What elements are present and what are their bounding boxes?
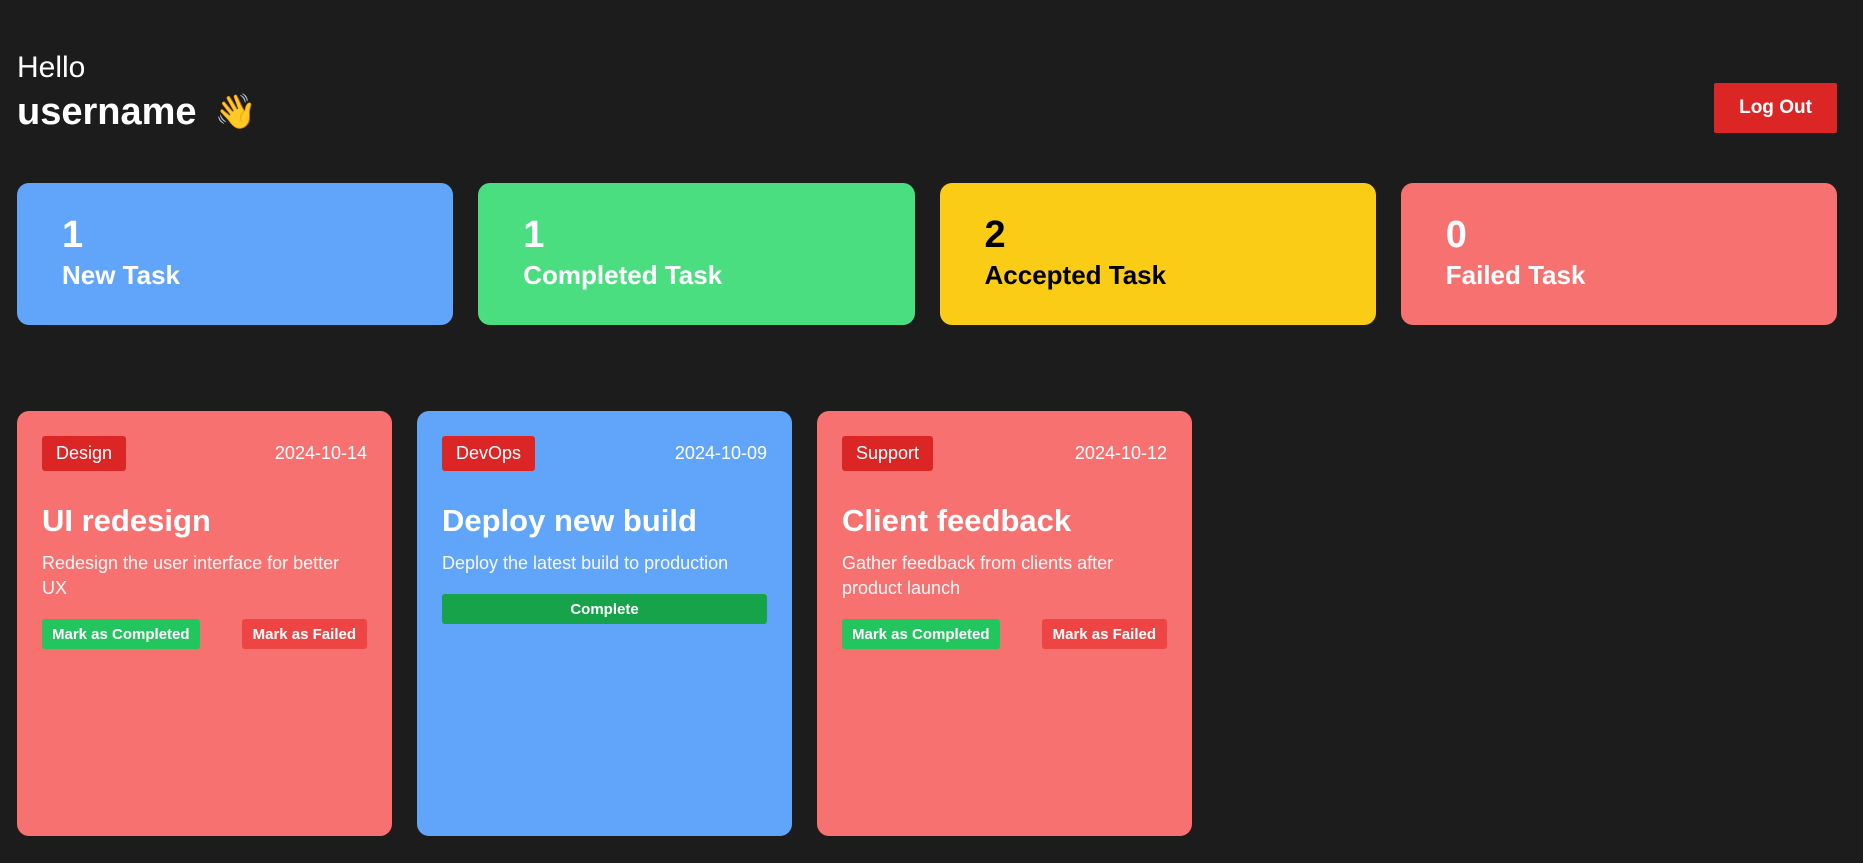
task-list: Design 2024-10-14 UI redesign Redesign t… — [17, 411, 1192, 836]
header: Hello username 👋 Log Out — [17, 48, 1837, 148]
username-text: username — [17, 91, 197, 133]
task-card: Support 2024-10-12 Client feedback Gathe… — [817, 411, 1192, 836]
task-description: Deploy the latest build to production — [442, 553, 729, 573]
stat-label: Completed Task — [523, 260, 723, 290]
task-description: Redesign the user interface for better U… — [42, 553, 340, 598]
category-badge: DevOps — [442, 436, 536, 471]
stat-label: New Task — [62, 260, 181, 290]
mark-completed-button[interactable]: Mark as Completed — [42, 619, 200, 649]
stat-label: Accepted Task — [984, 260, 1167, 290]
stat-card-failed: 0 Failed Task — [1400, 183, 1837, 325]
wave-icon: 👋 — [214, 93, 257, 131]
stat-card-accepted: 2 Accepted Task — [939, 183, 1376, 325]
stat-count: 2 — [984, 214, 1006, 256]
task-title: Deploy new build — [442, 503, 697, 538]
username-row: username 👋 — [17, 88, 1837, 136]
stat-count: 1 — [523, 214, 545, 256]
task-actions: Mark as Completed Mark as Failed — [42, 619, 367, 649]
task-date: 2024-10-09 — [674, 443, 767, 463]
mark-failed-button[interactable]: Mark as Failed — [1041, 619, 1167, 649]
task-header: DevOps 2024-10-09 — [442, 436, 767, 471]
stat-card-completed: 1 Completed Task — [478, 183, 915, 325]
stat-count: 0 — [1445, 214, 1467, 256]
stat-count: 1 — [62, 214, 84, 256]
task-description: Gather feedback from clients after produ… — [842, 553, 1114, 598]
task-header: Support 2024-10-12 — [842, 436, 1167, 471]
task-actions: Mark as Completed Mark as Failed — [842, 619, 1167, 649]
category-badge: Support — [842, 436, 934, 471]
mark-failed-button[interactable]: Mark as Failed — [241, 619, 367, 649]
greeting-text: Hello — [17, 51, 86, 84]
task-card: Design 2024-10-14 UI redesign Redesign t… — [17, 411, 392, 836]
task-header: Design 2024-10-14 — [42, 436, 367, 471]
mark-completed-button[interactable]: Mark as Completed — [842, 619, 1000, 649]
dashboard-page: Hello username 👋 Log Out 1 New Task 1 Co… — [0, 0, 1863, 863]
category-badge: Design — [42, 436, 127, 471]
complete-status-button[interactable]: Complete — [442, 594, 767, 624]
task-date: 2024-10-14 — [274, 443, 367, 463]
task-date: 2024-10-12 — [1074, 443, 1167, 463]
task-title: UI redesign — [42, 503, 211, 538]
logout-button[interactable]: Log Out — [1714, 83, 1837, 133]
stat-label: Failed Task — [1445, 260, 1586, 290]
stats-row: 1 New Task 1 Completed Task 2 Accepted T… — [17, 183, 1837, 325]
task-title: Client feedback — [842, 503, 1072, 538]
stat-card-new: 1 New Task — [17, 183, 454, 325]
task-card: DevOps 2024-10-09 Deploy new build Deplo… — [417, 411, 792, 836]
